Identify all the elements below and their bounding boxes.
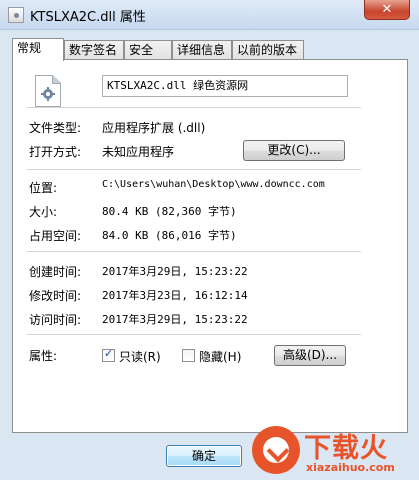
- general-panel: KTSLXA2C.dll 绿色资源网 文件类型: 应用程序扩展 (.dll) 打…: [12, 59, 408, 433]
- readonly-label[interactable]: 只读(R): [119, 348, 161, 365]
- opens-with-value: 未知应用程序: [102, 145, 175, 159]
- close-button[interactable]: ✕: [364, 0, 410, 20]
- tab-digital-signatures[interactable]: 数字签名: [64, 40, 124, 60]
- change-button[interactable]: 更改(C)...: [243, 140, 345, 161]
- separator: [27, 334, 361, 335]
- location-label: 位置:: [29, 181, 58, 195]
- gear-icon: [41, 87, 55, 101]
- watermark-logo: 下载火 xiazaihuo.com: [246, 424, 419, 480]
- download-arrow-icon: [252, 426, 300, 474]
- dll-file-icon: [8, 7, 24, 23]
- location-value: C:\Users\wuhan\Desktop\www.downcc.com: [102, 179, 325, 190]
- dll-file-icon: [35, 75, 61, 107]
- readonly-checkbox[interactable]: [102, 347, 115, 362]
- size-on-disk-value: 84.0 KB (86,016 字节): [102, 229, 237, 242]
- modified-value: 2017年3月23日, 16:12:14: [102, 289, 248, 302]
- file-type-label: 文件类型:: [29, 121, 82, 135]
- separator: [27, 251, 361, 252]
- tab-details[interactable]: 详细信息: [172, 40, 232, 60]
- created-value: 2017年3月29日, 15:23:22: [102, 265, 248, 278]
- watermark-brand: 下载火: [304, 433, 388, 464]
- separator: [27, 107, 361, 108]
- created-label: 创建时间:: [29, 265, 82, 279]
- size-label: 大小:: [29, 205, 58, 219]
- size-on-disk-label: 占用空间:: [29, 229, 82, 243]
- watermark-url: xiazaihuo.com: [306, 461, 395, 474]
- file-type-value: 应用程序扩展 (.dll): [102, 121, 206, 135]
- advanced-button[interactable]: 高级(D)...: [274, 345, 346, 366]
- separator: [27, 169, 361, 170]
- window-title: KTSLXA2C.dll 属性: [30, 10, 146, 25]
- tab-security[interactable]: 安全: [124, 40, 172, 60]
- file-name-field[interactable]: KTSLXA2C.dll 绿色资源网: [102, 75, 348, 97]
- tab-previous-versions[interactable]: 以前的版本: [232, 40, 304, 60]
- attributes-label: 属性:: [29, 349, 58, 363]
- ok-button[interactable]: 确定: [166, 445, 242, 467]
- size-value: 80.4 KB (82,360 字节): [102, 205, 237, 218]
- accessed-label: 访问时间:: [29, 313, 82, 327]
- accessed-value: 2017年3月29日, 15:23:22: [102, 313, 248, 326]
- hidden-label[interactable]: 隐藏(H): [199, 348, 241, 365]
- title-bar[interactable]: KTSLXA2C.dll 属性 ✕: [0, 0, 419, 30]
- opens-with-label: 打开方式:: [29, 145, 82, 159]
- modified-label: 修改时间:: [29, 289, 82, 303]
- hidden-checkbox[interactable]: [182, 349, 195, 362]
- tab-general[interactable]: 常规: [12, 38, 64, 61]
